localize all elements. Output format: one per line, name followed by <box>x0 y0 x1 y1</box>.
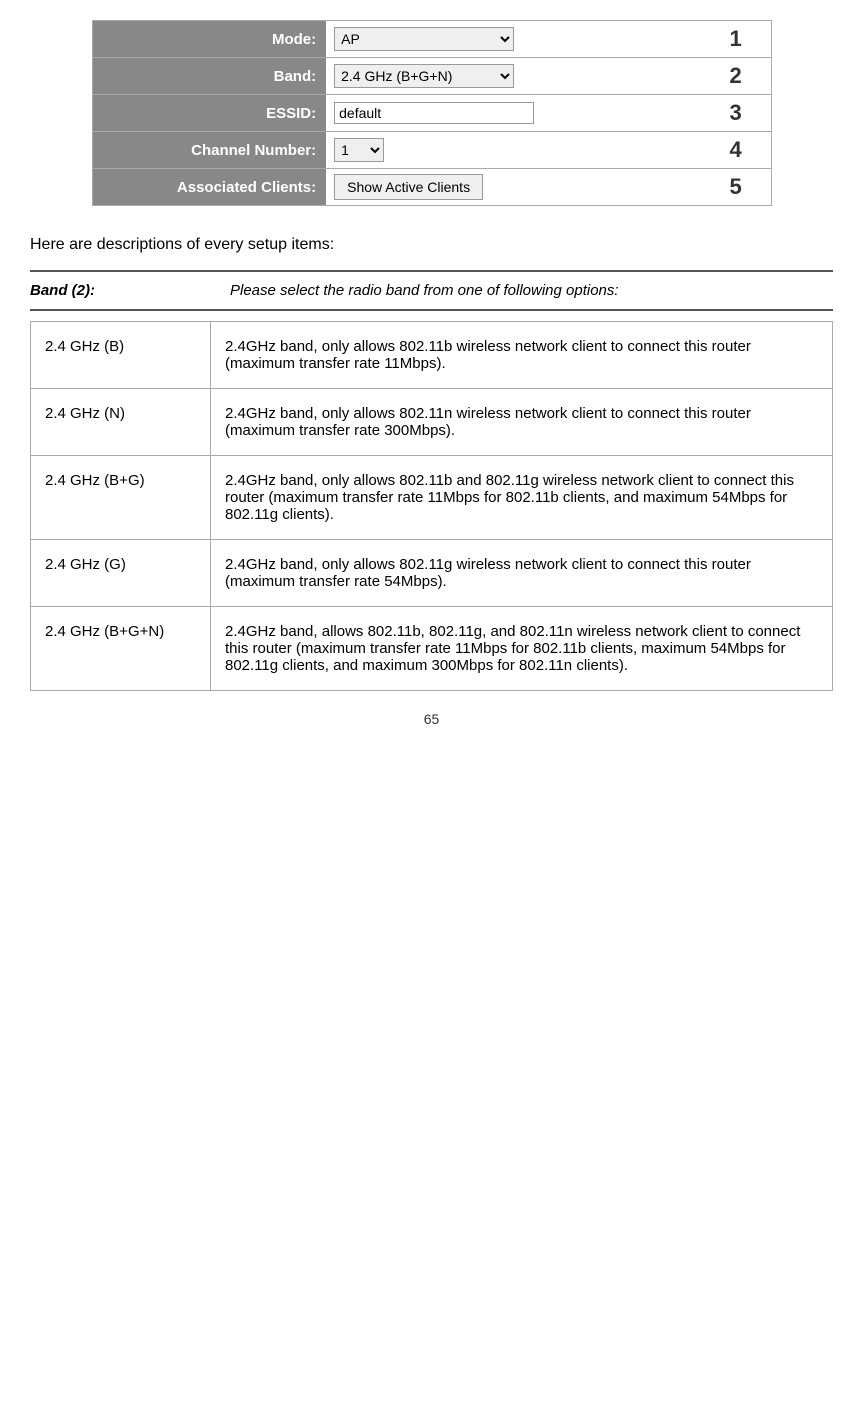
essid-input[interactable] <box>334 102 534 124</box>
option-row-4: 2.4 GHz (B+G+N)2.4GHz band, allows 802.1… <box>31 607 833 691</box>
band-header-row: Band (2): Please select the radio band f… <box>30 282 833 311</box>
options-table: 2.4 GHz (B)2.4GHz band, only allows 802.… <box>30 321 833 691</box>
option-row-2: 2.4 GHz (B+G)2.4GHz band, only allows 80… <box>31 456 833 540</box>
clients-row: Associated Clients: Show Active Clients … <box>92 169 771 206</box>
desc-intro-text: Here are descriptions of every setup ite… <box>30 236 833 254</box>
mode-row: Mode: AP 1 <box>92 21 771 58</box>
band-label: Band: <box>92 58 326 95</box>
channel-wrap: 1234 5678 91011 <box>334 138 693 162</box>
mode-select[interactable]: AP <box>334 27 514 51</box>
option-desc-0: 2.4GHz band, only allows 802.11b wireles… <box>211 322 833 389</box>
band-select[interactable]: 2.4 GHz (B+G+N) 2.4 GHz (B) 2.4 GHz (G) … <box>334 64 514 88</box>
show-active-clients-button[interactable]: Show Active Clients <box>334 174 483 200</box>
option-desc-1: 2.4GHz band, only allows 802.11n wireles… <box>211 389 833 456</box>
option-row-0: 2.4 GHz (B)2.4GHz band, only allows 802.… <box>31 322 833 389</box>
mode-number: 1 <box>701 21 771 58</box>
channel-row: Channel Number: 1234 5678 91011 4 <box>92 132 771 169</box>
essid-row: ESSID: 3 <box>92 95 771 132</box>
clients-input-cell: Show Active Clients <box>326 169 701 206</box>
option-desc-2: 2.4GHz band, only allows 802.11b and 802… <box>211 456 833 540</box>
section-divider <box>30 270 833 272</box>
band-header-description: Please select the radio band from one of… <box>230 282 833 299</box>
channel-select[interactable]: 1234 5678 91011 <box>334 138 384 162</box>
page-number: 65 <box>20 711 843 727</box>
config-form-table: Mode: AP 1 Band: 2.4 GHz (B+G+N) 2.4 GHz… <box>92 20 772 206</box>
option-desc-4: 2.4GHz band, allows 802.11b, 802.11g, an… <box>211 607 833 691</box>
clients-label: Associated Clients: <box>92 169 326 206</box>
channel-label: Channel Number: <box>92 132 326 169</box>
mode-input-cell: AP <box>326 21 701 58</box>
option-name-3: 2.4 GHz (G) <box>31 540 211 607</box>
option-row-3: 2.4 GHz (G)2.4GHz band, only allows 802.… <box>31 540 833 607</box>
clients-number: 5 <box>701 169 771 206</box>
option-name-4: 2.4 GHz (B+G+N) <box>31 607 211 691</box>
essid-label: ESSID: <box>92 95 326 132</box>
option-name-0: 2.4 GHz (B) <box>31 322 211 389</box>
option-name-1: 2.4 GHz (N) <box>31 389 211 456</box>
option-name-2: 2.4 GHz (B+G) <box>31 456 211 540</box>
channel-number: 4 <box>701 132 771 169</box>
band-input-cell: 2.4 GHz (B+G+N) 2.4 GHz (B) 2.4 GHz (G) … <box>326 58 701 95</box>
band-row: Band: 2.4 GHz (B+G+N) 2.4 GHz (B) 2.4 GH… <box>92 58 771 95</box>
description-section: Here are descriptions of every setup ite… <box>30 236 833 691</box>
mode-label: Mode: <box>92 21 326 58</box>
option-row-1: 2.4 GHz (N)2.4GHz band, only allows 802.… <box>31 389 833 456</box>
essid-input-cell <box>326 95 701 132</box>
band-number: 2 <box>701 58 771 95</box>
option-desc-3: 2.4GHz band, only allows 802.11g wireles… <box>211 540 833 607</box>
essid-number: 3 <box>701 95 771 132</box>
band-header-label: Band (2): <box>30 282 230 299</box>
channel-input-cell: 1234 5678 91011 <box>326 132 701 169</box>
